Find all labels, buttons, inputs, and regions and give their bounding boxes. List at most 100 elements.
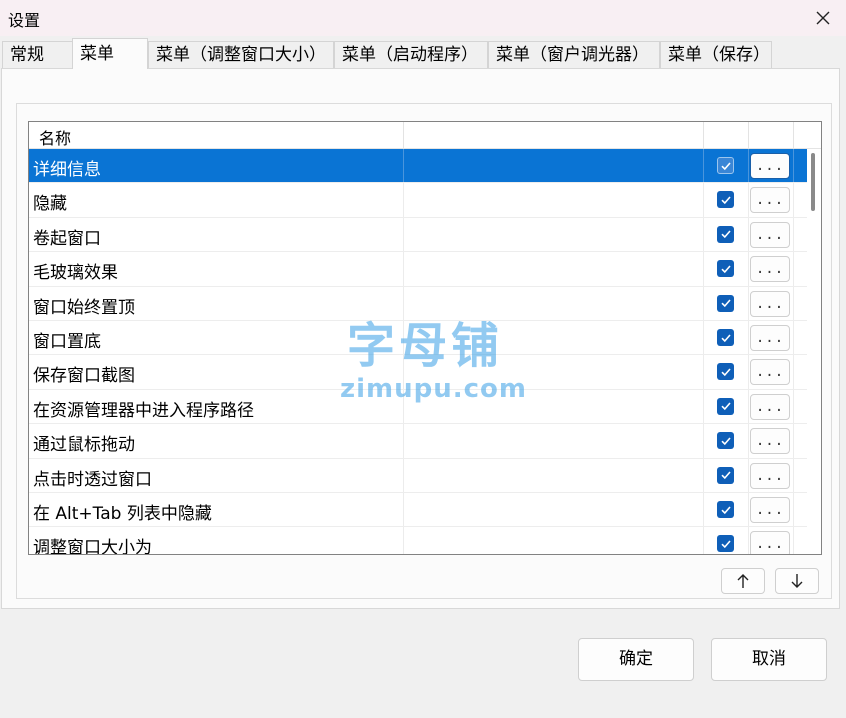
- menu-item-list[interactable]: 名称 详细信息... 隐藏... 卷起窗口... 毛玻璃效果... 窗口始终置顶... 窗…: [28, 121, 822, 555]
- tab-menu-resize[interactable]: 菜单（调整窗口大小）: [148, 41, 334, 68]
- cell-divider: [793, 321, 794, 355]
- item-enabled-checkbox[interactable]: [717, 432, 734, 450]
- cell-divider: [793, 355, 794, 389]
- list-item[interactable]: 卷起窗口...: [29, 217, 807, 253]
- group-box: 名称 详细信息... 隐藏... 卷起窗口... 毛玻璃效果... 窗口始终置顶... 窗…: [16, 103, 832, 599]
- cell-divider: [403, 493, 404, 527]
- list-item[interactable]: 详细信息...: [29, 149, 807, 184]
- list-item-name: 通过鼠标拖动: [33, 435, 135, 456]
- item-enabled-checkbox[interactable]: [717, 191, 734, 209]
- cell-divider: [793, 424, 794, 458]
- cell-divider: [703, 493, 704, 527]
- cell-divider: [748, 252, 749, 286]
- tab-menu-save[interactable]: 菜单（保存）: [660, 41, 772, 68]
- list-item[interactable]: 毛玻璃效果...: [29, 252, 807, 287]
- vertical-scrollbar[interactable]: [807, 149, 821, 554]
- column-divider[interactable]: [793, 122, 794, 148]
- list-item[interactable]: 隐藏...: [29, 183, 807, 218]
- item-options-button[interactable]: ...: [750, 428, 790, 455]
- cell-divider: [748, 527, 749, 554]
- item-options-button[interactable]: ...: [750, 462, 790, 489]
- arrow-down-icon: [791, 574, 803, 588]
- cell-divider: [403, 321, 404, 355]
- cancel-button[interactable]: 取消: [711, 638, 827, 681]
- cell-divider: [403, 149, 404, 183]
- checkmark-icon: [720, 437, 731, 445]
- item-options-button[interactable]: ...: [750, 221, 790, 248]
- close-button[interactable]: [800, 0, 846, 36]
- cell-divider: [793, 458, 794, 492]
- column-divider[interactable]: [403, 122, 404, 148]
- move-down-button[interactable]: [775, 568, 819, 594]
- cell-divider: [793, 217, 794, 252]
- list-item-name: 在 Alt+Tab 列表中隐藏: [33, 504, 212, 524]
- item-options-button[interactable]: ...: [750, 393, 790, 420]
- item-options-button[interactable]: ...: [750, 359, 790, 386]
- list-item-name: 卷起窗口: [33, 228, 101, 249]
- list-item-name: 窗口置底: [33, 332, 101, 352]
- cell-divider: [748, 149, 749, 183]
- item-enabled-checkbox[interactable]: [717, 466, 734, 484]
- cell-divider: [703, 217, 704, 252]
- arrow-up-icon: [737, 574, 749, 588]
- item-options-button[interactable]: ...: [750, 497, 790, 523]
- cell-divider: [793, 389, 794, 424]
- cell-divider: [403, 355, 404, 389]
- checkmark-icon: [720, 368, 731, 377]
- tab-general[interactable]: 常规: [2, 41, 74, 68]
- column-divider[interactable]: [748, 122, 749, 148]
- cell-divider: [793, 183, 794, 217]
- list-item-name: 毛玻璃效果: [33, 263, 118, 284]
- cell-divider: [703, 321, 704, 355]
- list-item[interactable]: 在 Alt+Tab 列表中隐藏...: [29, 493, 807, 528]
- cell-divider: [793, 149, 794, 183]
- item-options-button[interactable]: ...: [750, 187, 790, 214]
- list-item-name: 详细信息: [33, 160, 101, 180]
- list-item[interactable]: 窗口始终置顶...: [29, 286, 807, 321]
- item-options-button[interactable]: ...: [750, 531, 790, 554]
- column-header-name[interactable]: 名称: [39, 125, 71, 149]
- item-enabled-checkbox[interactable]: [717, 157, 734, 174]
- item-options-button[interactable]: ...: [750, 256, 790, 283]
- tab-menu[interactable]: 菜单: [72, 38, 148, 69]
- cell-divider: [403, 217, 404, 252]
- item-options-button[interactable]: ...: [750, 325, 790, 351]
- checkmark-icon: [720, 333, 731, 342]
- item-enabled-checkbox[interactable]: [717, 329, 734, 346]
- list-item-name: 调整窗口大小为: [33, 538, 152, 554]
- list-item[interactable]: 保存窗口截图...: [29, 355, 807, 390]
- scrollbar-thumb[interactable]: [811, 153, 815, 211]
- item-enabled-checkbox[interactable]: [717, 225, 734, 243]
- column-divider[interactable]: [703, 122, 704, 148]
- checkmark-icon: [720, 265, 731, 273]
- list-item[interactable]: 窗口置底...: [29, 321, 807, 356]
- cell-divider: [703, 252, 704, 286]
- list-item[interactable]: 点击时透过窗口...: [29, 458, 807, 493]
- list-item[interactable]: 在资源管理器中进入程序路径...: [29, 389, 807, 425]
- tab-strip: 常规 菜单 菜单（调整窗口大小） 菜单（启动程序） 菜单（窗户调光器） 菜单（保…: [0, 38, 846, 69]
- item-enabled-checkbox[interactable]: [717, 260, 734, 278]
- cell-divider: [703, 424, 704, 458]
- item-enabled-checkbox[interactable]: [717, 501, 734, 518]
- move-up-button[interactable]: [721, 568, 765, 594]
- cell-divider: [703, 286, 704, 320]
- item-options-button[interactable]: ...: [750, 153, 790, 179]
- title-bar: 设置: [0, 0, 846, 36]
- item-enabled-checkbox[interactable]: [717, 397, 734, 415]
- tab-menu-dimmer[interactable]: 菜单（窗户调光器）: [488, 41, 660, 68]
- list-item[interactable]: 调整窗口大小为...: [29, 527, 807, 554]
- ok-button[interactable]: 确定: [578, 638, 694, 681]
- checkmark-icon: [720, 161, 731, 170]
- tab-menu-launch[interactable]: 菜单（启动程序）: [334, 41, 488, 68]
- tab-panel: 名称 详细信息... 隐藏... 卷起窗口... 毛玻璃效果... 窗口始终置顶... 窗…: [1, 68, 840, 609]
- checkmark-icon: [720, 402, 731, 411]
- close-icon: [816, 11, 830, 25]
- cell-divider: [748, 389, 749, 424]
- item-enabled-checkbox[interactable]: [717, 363, 734, 381]
- item-enabled-checkbox[interactable]: [717, 535, 734, 553]
- list-item[interactable]: 通过鼠标拖动...: [29, 424, 807, 459]
- item-enabled-checkbox[interactable]: [717, 294, 734, 312]
- cell-divider: [703, 149, 704, 183]
- list-body: 详细信息... 隐藏... 卷起窗口... 毛玻璃效果... 窗口始终置顶... 窗口置底…: [29, 149, 821, 554]
- item-options-button[interactable]: ...: [750, 290, 790, 317]
